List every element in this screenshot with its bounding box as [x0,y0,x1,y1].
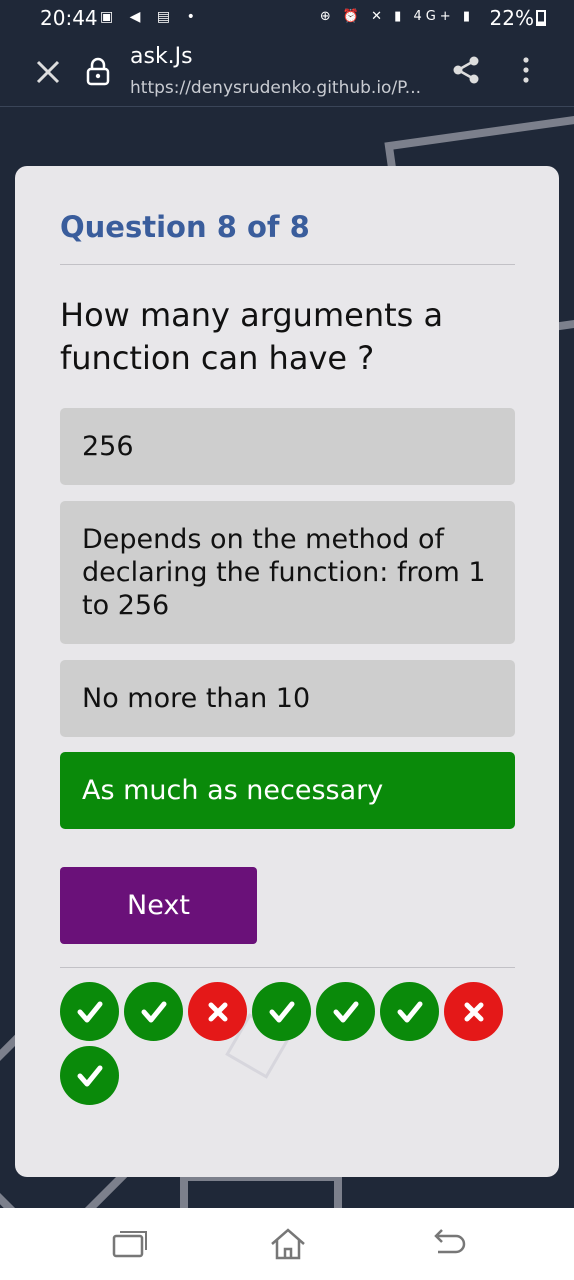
site-title[interactable]: ask.Js [130,44,193,69]
title-divider [60,264,515,265]
result-correct-icon [60,982,119,1041]
more-vertical-icon[interactable] [514,54,538,86]
quiz-card: Question 8 of 8 How many arguments a fun… [15,166,559,1177]
site-url[interactable]: https://denysrudenko.github.io/P... [130,78,421,98]
answer-option-correct[interactable]: As much as necessary [60,752,515,829]
result-correct-icon [124,982,183,1041]
system-icons: ⊕ ⏰ ✕ ▮ 4G+ ▮ [319,9,474,24]
answer-option[interactable]: No more than 10 [60,660,515,737]
result-correct-icon [380,982,439,1041]
answer-option[interactable]: Depends on the method of declaring the f… [60,501,515,644]
decorative-square [180,1173,342,1208]
back-icon[interactable] [428,1224,468,1264]
close-icon[interactable] [32,56,64,88]
result-wrong-icon [188,982,247,1041]
lock-icon[interactable] [86,56,110,86]
result-wrong-icon [444,982,503,1041]
share-icon[interactable] [450,54,482,86]
question-text: How many arguments a function can have ? [60,296,444,377]
result-correct-icon [60,1046,119,1105]
status-time: 20:44 [40,6,98,30]
result-correct-icon [316,982,375,1041]
home-icon[interactable] [268,1224,308,1264]
next-button[interactable]: Next [60,867,257,944]
browser-toolbar: ask.Js https://denysrudenko.github.io/P.… [0,36,574,107]
notification-icons: ▣ ◀ ▤ • [100,9,201,25]
question-counter: Question 8 of 8 [60,210,310,244]
results-row [60,982,530,1105]
result-correct-icon [252,982,311,1041]
system-navigation-bar [0,1208,574,1280]
battery-icon [536,10,546,26]
status-bar: 20:44 ▣ ◀ ▤ • ⊕ ⏰ ✕ ▮ 4G+ ▮ 22% [0,0,574,36]
battery-level: 22% [489,6,534,30]
recent-apps-icon[interactable] [110,1224,150,1264]
answer-option[interactable]: 256 [60,408,515,485]
results-divider [60,967,515,968]
